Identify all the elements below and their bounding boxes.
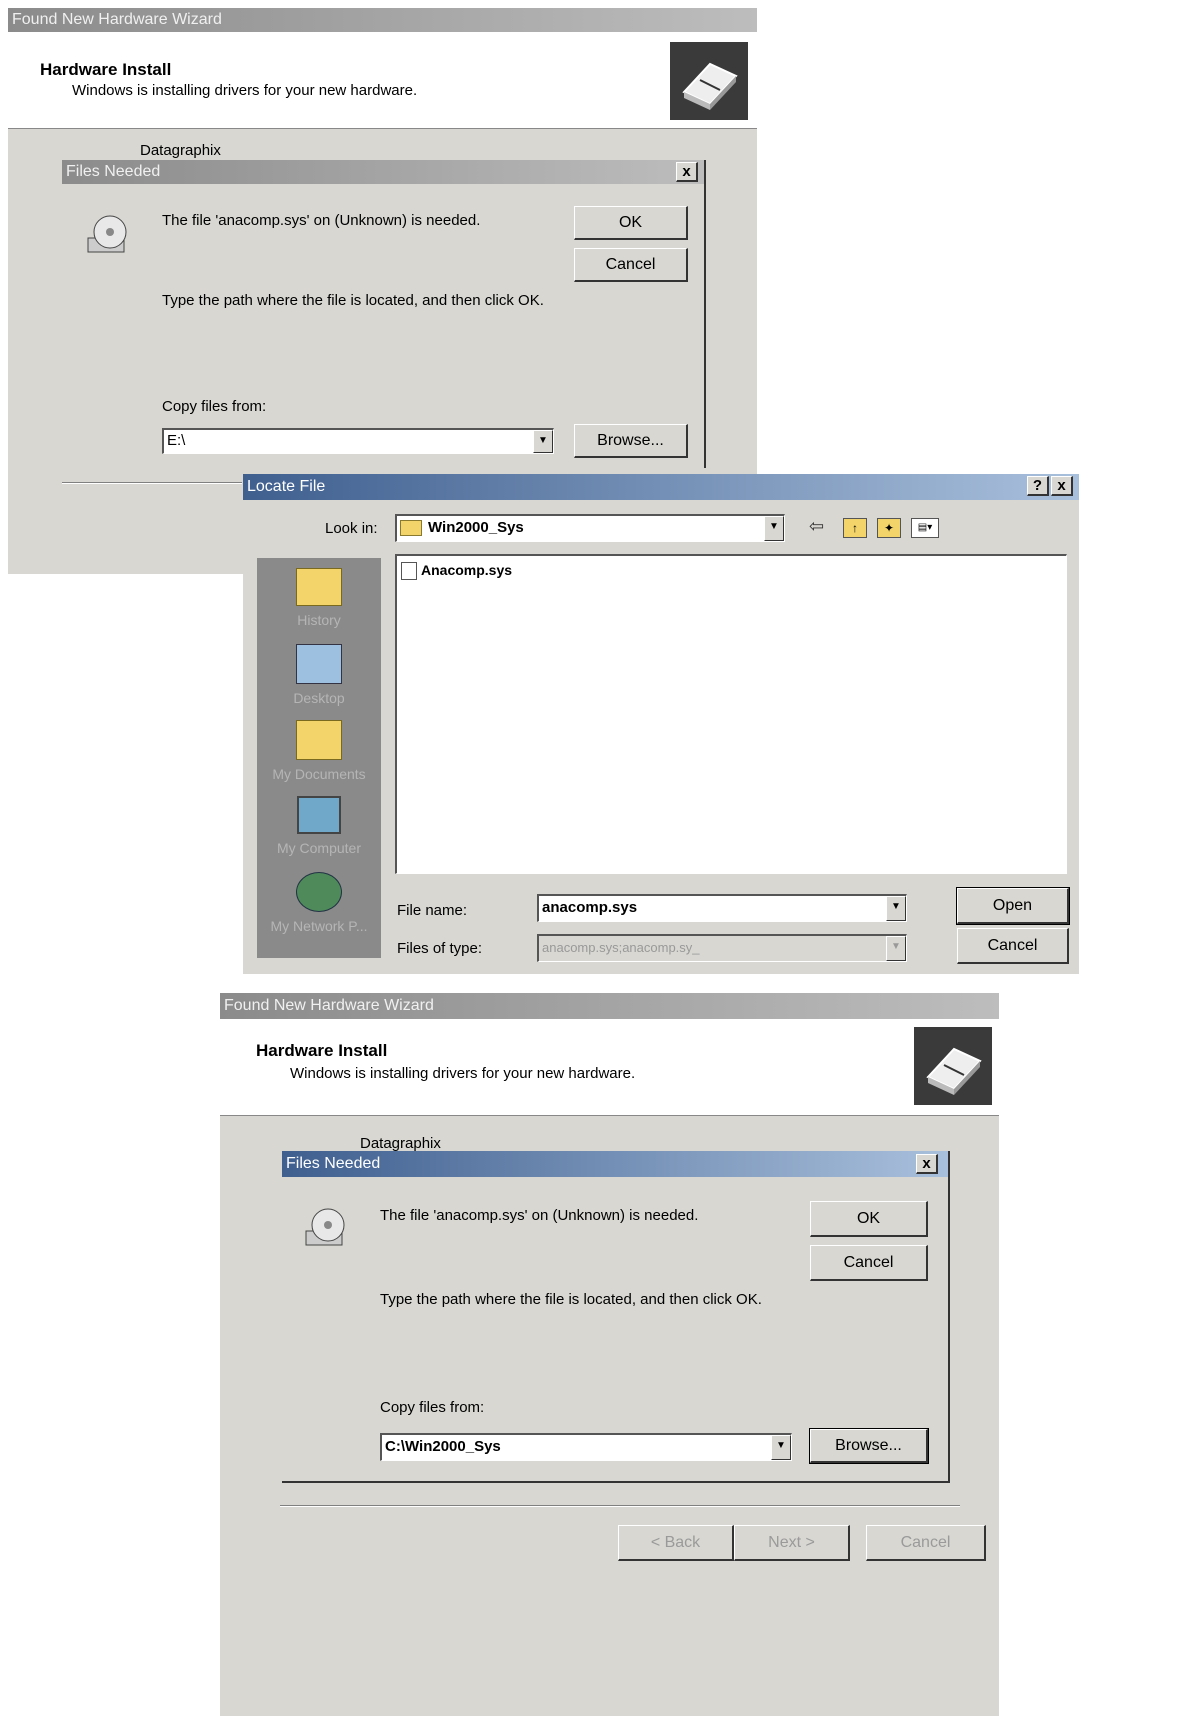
my-documents-icon — [296, 720, 342, 760]
file-type-label: Files of type: — [397, 940, 483, 957]
close-button[interactable]: x — [676, 162, 698, 182]
hardware-wizard-icon — [914, 1027, 992, 1105]
dropdown-arrow-icon[interactable]: ▼ — [886, 896, 906, 921]
path-instruction: Type the path where the file is located,… — [162, 292, 544, 309]
look-in-label: Look in: — [325, 520, 378, 537]
history-folder-icon — [296, 568, 342, 606]
wizard-header-title: Hardware Install — [40, 60, 172, 79]
locate-file-title-bar: Locate File — [243, 474, 1079, 500]
sys-file-icon — [401, 562, 417, 581]
next-button[interactable]: Next > — [734, 1525, 850, 1561]
wizard-device-name: Datagraphix — [140, 142, 221, 159]
browse-button[interactable]: Browse... — [809, 1428, 929, 1464]
copy-files-from-value: C:\Win2000_Sys — [385, 1438, 501, 1455]
file-type-value: anacomp.sys;anacomp.sy_ — [542, 940, 700, 955]
wizard-window-bottom: Found New Hardware Wizard Hardware Insta… — [220, 993, 999, 1716]
places-bar: History Desktop My Documents My Computer… — [257, 558, 381, 958]
place-my-documents-label: My Documents — [272, 766, 366, 782]
cancel-button[interactable]: Cancel — [574, 248, 688, 282]
place-my-documents[interactable]: My Documents — [257, 720, 381, 782]
open-button[interactable]: Open — [956, 887, 1070, 925]
hardware-wizard-icon — [670, 42, 748, 120]
file-list[interactable]: Anacomp.sys — [395, 554, 1067, 874]
up-folder-icon[interactable]: ↑ — [843, 518, 867, 538]
copy-files-from-combo[interactable]: C:\Win2000_Sys ▼ — [380, 1433, 792, 1461]
new-folder-icon[interactable]: ✦ — [877, 518, 901, 538]
browse-button[interactable]: Browse... — [574, 424, 688, 458]
copy-files-from-combo[interactable]: E:\ ▼ — [162, 428, 554, 454]
place-history[interactable]: History — [257, 568, 381, 628]
file-type-combo[interactable]: anacomp.sys;anacomp.sy_ ▼ — [537, 934, 907, 962]
wizard-separator — [280, 1505, 960, 1507]
place-my-computer-label: My Computer — [276, 840, 362, 856]
copy-files-from-label: Copy files from: — [162, 398, 267, 415]
wizard-separator-top — [62, 482, 242, 484]
folder-icon — [400, 520, 422, 537]
views-menu-icon[interactable]: ▤▾ — [911, 518, 939, 538]
place-my-computer[interactable]: My Computer — [257, 796, 381, 856]
files-needed-title-bar: Files Needed — [282, 1151, 948, 1177]
wizard-title-bar: Found New Hardware Wizard — [8, 8, 757, 32]
place-history-label: History — [297, 612, 341, 628]
file-name-combo[interactable]: anacomp.sys ▼ — [537, 894, 907, 922]
copy-files-from-label: Copy files from: — [380, 1399, 485, 1416]
place-my-network[interactable]: My Network P... — [257, 872, 381, 934]
back-arrow-icon[interactable]: ⇦ — [809, 516, 824, 537]
help-button[interactable]: ? — [1027, 476, 1049, 496]
copy-files-from-value: E:\ — [167, 432, 186, 449]
dropdown-arrow-icon[interactable]: ▼ — [533, 430, 553, 453]
my-network-places-icon — [296, 872, 342, 912]
wizard-header-subtitle: Windows is installing drivers for your n… — [72, 82, 418, 99]
locate-file-dialog: Locate File ? x Look in: Win2000_Sys ▼ ⇦… — [243, 474, 1079, 974]
wizard-header-subtitle: Windows is installing drivers for your n… — [290, 1065, 636, 1082]
files-needed-dialog-bottom: Files Needed x The file 'anacomp.sys' on… — [282, 1151, 950, 1483]
ok-button[interactable]: OK — [810, 1201, 928, 1237]
file-name-value: anacomp.sys — [542, 899, 638, 916]
dropdown-arrow-icon[interactable]: ▼ — [764, 516, 784, 541]
wizard-header: Hardware Install Windows is installing d… — [220, 1019, 999, 1116]
ok-button[interactable]: OK — [574, 206, 688, 240]
wizard-device-name: Datagraphix — [360, 1135, 441, 1152]
place-my-network-label: My Network P... — [270, 918, 368, 934]
cancel-button[interactable]: Cancel — [957, 928, 1069, 964]
cancel-button[interactable]: Cancel — [866, 1525, 986, 1561]
files-needed-dialog-top: Files Needed x The file 'anacomp.sys' on… — [62, 160, 706, 468]
file-item-name: Anacomp.sys — [421, 562, 513, 578]
place-desktop-label: Desktop — [293, 690, 345, 706]
close-button[interactable]: x — [1051, 476, 1073, 496]
files-needed-title-bar: Files Needed — [62, 160, 704, 184]
wizard-header: Hardware Install Windows is installing d… — [8, 32, 757, 129]
file-needed-message: The file 'anacomp.sys' on (Unknown) is n… — [162, 212, 481, 229]
dropdown-arrow-icon[interactable]: ▼ — [886, 936, 906, 961]
wizard-header-title: Hardware Install — [256, 1041, 388, 1060]
path-instruction: Type the path where the file is located,… — [380, 1291, 762, 1308]
cd-drive-icon — [304, 1205, 348, 1249]
my-computer-icon — [297, 796, 341, 834]
desktop-icon — [296, 644, 342, 684]
look-in-combo[interactable]: Win2000_Sys ▼ — [395, 514, 785, 542]
file-item[interactable]: Anacomp.sys — [401, 562, 513, 581]
cd-drive-icon — [86, 212, 130, 256]
back-button[interactable]: < Back — [618, 1525, 734, 1561]
close-button[interactable]: x — [916, 1154, 938, 1174]
wizard-title-bar: Found New Hardware Wizard — [220, 993, 999, 1019]
cancel-button[interactable]: Cancel — [810, 1245, 928, 1281]
place-desktop[interactable]: Desktop — [257, 644, 381, 706]
look-in-value: Win2000_Sys — [428, 519, 524, 536]
dropdown-arrow-icon[interactable]: ▼ — [771, 1435, 791, 1460]
file-name-label: File name: — [397, 902, 468, 919]
file-needed-message: The file 'anacomp.sys' on (Unknown) is n… — [380, 1207, 699, 1224]
